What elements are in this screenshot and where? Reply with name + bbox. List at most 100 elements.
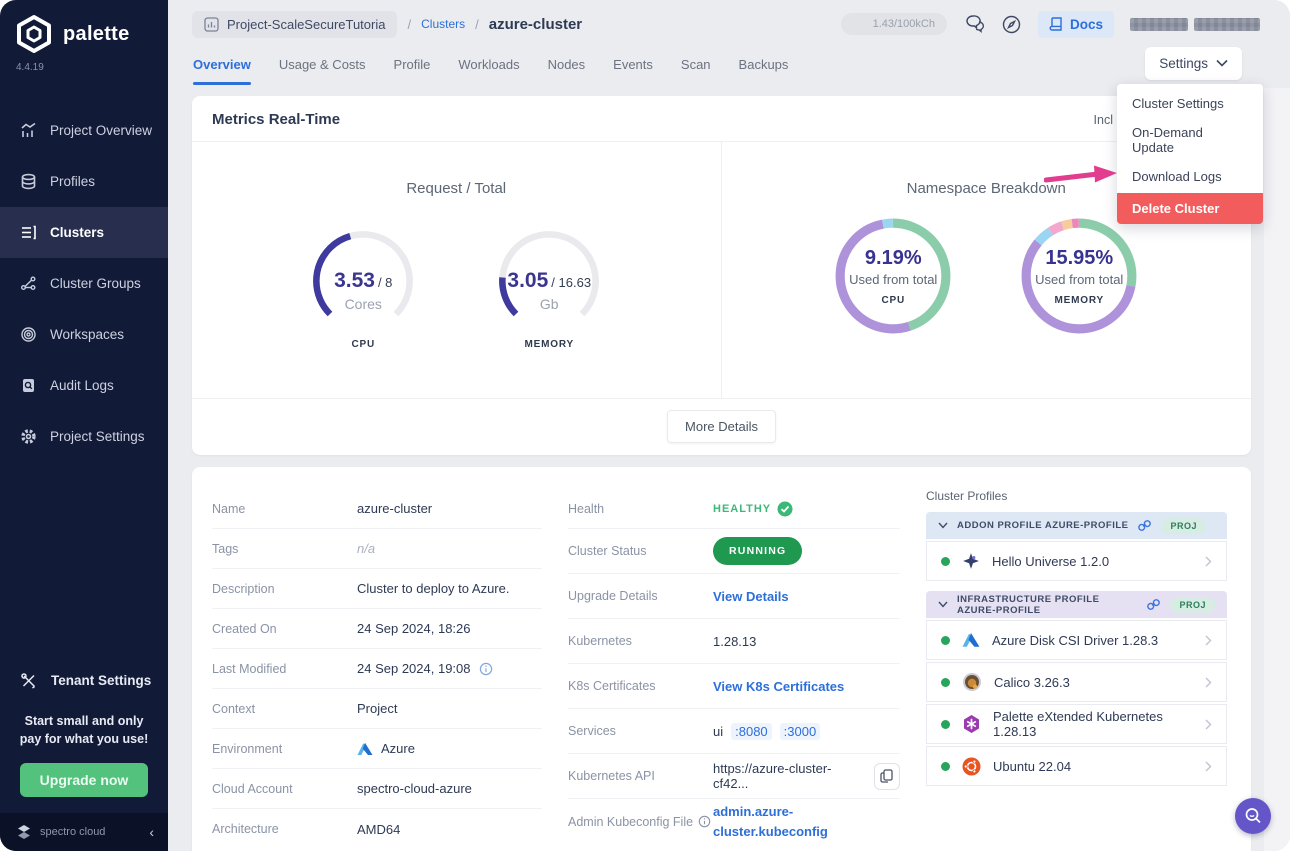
- status-row-kubernetes: Kubernetes 1.28.13: [568, 619, 900, 664]
- status-badge: RUNNING: [713, 537, 803, 565]
- azure-disk-icon: [962, 632, 980, 648]
- palette-kubernetes-icon: [962, 714, 981, 734]
- redacted-block: [1194, 17, 1260, 31]
- service-port-link[interactable]: :8080: [731, 722, 772, 740]
- metrics-title: Metrics Real-Time: [212, 111, 341, 128]
- info-icon[interactable]: [698, 815, 711, 828]
- row-label: Name: [212, 501, 246, 516]
- workspaces-icon: [20, 326, 37, 343]
- row-label: Last Modified: [212, 661, 287, 676]
- tab-nodes[interactable]: Nodes: [548, 43, 586, 84]
- sidebar-item-project-settings[interactable]: Project Settings: [0, 411, 168, 462]
- chevron-right-icon: [1205, 555, 1212, 567]
- sidebar-item-tenant-settings[interactable]: Tenant Settings: [0, 660, 168, 702]
- docs-button[interactable]: Docs: [1037, 10, 1114, 38]
- tab-profile[interactable]: Profile: [394, 43, 431, 84]
- profile-item-pxk[interactable]: Palette eXtended Kubernetes 1.28.13: [926, 704, 1227, 744]
- menu-item-download-logs[interactable]: Download Logs: [1117, 162, 1263, 191]
- row-value: 24 Sep 2024, 18:26: [357, 621, 471, 636]
- breadcrumb-project[interactable]: Project-ScaleSecureTutoria: [192, 10, 398, 38]
- sidebar-item-profiles[interactable]: Profiles: [0, 156, 168, 207]
- settings-button-label: Settings: [1159, 55, 1208, 71]
- magnifier-icon: [1243, 806, 1263, 826]
- cpu-unit: Cores: [344, 296, 382, 312]
- cpu-percent: 9.19%: [864, 247, 922, 269]
- ubuntu-icon: [962, 757, 981, 776]
- status-row-certificates: K8s Certificates View K8s Certificates: [568, 664, 900, 709]
- app-version: 4.4.19: [16, 62, 44, 73]
- tab-backups[interactable]: Backups: [739, 43, 789, 84]
- azure-logo-icon: [357, 742, 373, 756]
- profile-item-name: Azure Disk CSI Driver 1.28.3: [992, 632, 1159, 648]
- collapse-sidebar-icon[interactable]: ‹: [149, 824, 154, 840]
- chat-icon[interactable]: [963, 14, 985, 34]
- sidebar-item-cluster-groups[interactable]: Cluster Groups: [0, 258, 168, 309]
- sidebar-item-label: Audit Logs: [50, 378, 114, 393]
- gear-icon: [20, 428, 37, 445]
- detail-row-tags: Tags n/a: [212, 529, 542, 569]
- detail-row-modified: Last Modified 24 Sep 2024, 19:08: [212, 649, 542, 689]
- tab-scan[interactable]: Scan: [681, 43, 711, 84]
- profile-item-calico[interactable]: Calico 3.26.3: [926, 662, 1227, 702]
- sidebar-nav: Project Overview Profiles Clusters Clust…: [0, 105, 168, 462]
- project-chart-icon: [204, 16, 219, 32]
- tab-overview[interactable]: Overview: [193, 43, 251, 85]
- chevron-down-icon: [938, 601, 948, 608]
- link-icon[interactable]: [1137, 519, 1152, 532]
- settings-button[interactable]: Settings: [1145, 46, 1242, 80]
- profile-item-name: Palette eXtended Kubernetes 1.28.13: [993, 709, 1163, 739]
- cpu-gauge: 3.53/ 8 Cores CPU: [298, 225, 428, 350]
- status-dot: [941, 761, 950, 771]
- profile-item-ubuntu[interactable]: Ubuntu 22.04: [926, 746, 1227, 786]
- status-row-api: Kubernetes API https://azure-cluster-cf4…: [568, 754, 900, 799]
- menu-item-on-demand-update[interactable]: On-Demand Update: [1117, 118, 1263, 162]
- infrastructure-profile-header[interactable]: INFRASTRUCTURE PROFILE AZURE-PROFILE PRO…: [926, 591, 1227, 618]
- app-window: palette 4.4.19 Project Overview Profiles…: [0, 0, 1290, 851]
- tab-events[interactable]: Events: [613, 43, 653, 84]
- row-value: Azure: [357, 741, 415, 756]
- topbar: Project-ScaleSecureTutoria / Clusters / …: [168, 0, 1290, 38]
- menu-item-cluster-settings[interactable]: Cluster Settings: [1117, 89, 1263, 118]
- tab-workloads[interactable]: Workloads: [458, 43, 519, 84]
- more-details-button[interactable]: More Details: [667, 410, 776, 443]
- search-widget-button[interactable]: [1235, 798, 1271, 834]
- row-label: Upgrade Details: [568, 589, 658, 603]
- row-value: https://azure-cluster-cf42...: [713, 761, 900, 791]
- service-port-link[interactable]: :3000: [779, 722, 821, 740]
- row-value: azure-cluster: [357, 501, 433, 516]
- profile-item-hello-universe[interactable]: Hello Universe 1.2.0: [926, 541, 1227, 581]
- scroll-gutter[interactable]: [1264, 88, 1290, 851]
- memory-percent: 15.95%: [1045, 247, 1114, 269]
- view-certificates-link[interactable]: View K8s Certificates: [713, 679, 844, 694]
- breadcrumb-clusters-link[interactable]: Clusters: [421, 17, 465, 31]
- copy-icon[interactable]: [873, 762, 900, 790]
- menu-item-delete-cluster[interactable]: Delete Cluster: [1117, 193, 1263, 224]
- row-label: Description: [212, 581, 275, 596]
- sidebar-item-clusters[interactable]: Clusters: [0, 207, 168, 258]
- cluster-profiles-panel: Cluster Profiles ADDON PROFILE AZURE-PRO…: [926, 489, 1227, 851]
- profile-item-name: Ubuntu 22.04: [993, 758, 1072, 774]
- main-area: Project-ScaleSecureTutoria / Clusters / …: [168, 0, 1290, 851]
- help-compass-icon[interactable]: [1001, 14, 1022, 35]
- usage-badge: 1.43/100kCh: [840, 13, 947, 35]
- sidebar-item-audit-logs[interactable]: Audit Logs: [0, 360, 168, 411]
- link-icon[interactable]: [1146, 598, 1161, 611]
- row-label: Cloud Account: [212, 781, 293, 796]
- request-total-panel: Request / Total 3.53/ 8 Cores CPU 3.05 /…: [192, 142, 722, 398]
- status-dot: [941, 635, 950, 645]
- cpu-gauge-label: CPU: [351, 339, 375, 350]
- sidebar-item-label: Clusters: [50, 225, 105, 240]
- info-icon[interactable]: [479, 662, 493, 676]
- profile-item-azure-disk[interactable]: Azure Disk CSI Driver 1.28.3: [926, 620, 1227, 660]
- view-details-link[interactable]: View Details: [713, 589, 789, 604]
- kubeconfig-download-link[interactable]: admin.azure-cluster.kubeconfig: [713, 802, 863, 841]
- row-label: Tags: [212, 541, 239, 556]
- sidebar-item-project-overview[interactable]: Project Overview: [0, 105, 168, 156]
- tab-usage-costs[interactable]: Usage & Costs: [279, 43, 366, 84]
- status-row-health: Health HEALTHY: [568, 489, 900, 529]
- sidebar-footer: spectro cloud ‹: [0, 813, 168, 851]
- sidebar-item-workspaces[interactable]: Workspaces: [0, 309, 168, 360]
- upgrade-now-button[interactable]: Upgrade now: [19, 763, 149, 797]
- user-name-redacted[interactable]: [1130, 17, 1260, 31]
- addon-profile-header[interactable]: ADDON PROFILE AZURE-PROFILE PROJ: [926, 512, 1227, 539]
